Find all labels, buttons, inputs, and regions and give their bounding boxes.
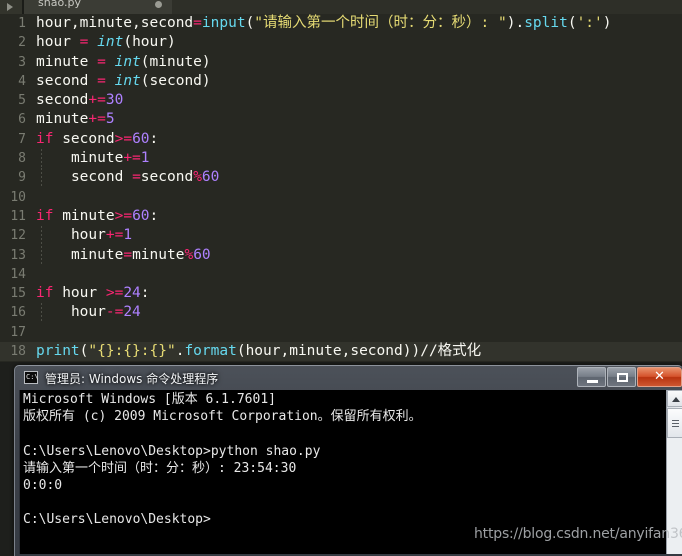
code-editor: shao.py 1 hour,minute,second=input("请输入第一… <box>0 0 682 362</box>
console-output-text: Microsoft Windows [版本 6.1.7601] 版权所有 (c)… <box>23 392 422 528</box>
code-line[interactable]: 10 <box>0 188 682 207</box>
line-text: minute+=5 <box>36 111 115 128</box>
code-line[interactable]: 16 hour-=24 <box>0 303 682 323</box>
maximize-button[interactable] <box>607 367 636 387</box>
code-line[interactable]: 5 second+=30 <box>0 91 682 110</box>
minimize-button[interactable] <box>577 367 606 387</box>
code-line[interactable]: 8 minute+=1 <box>0 149 682 169</box>
line-text: if hour >=24: <box>36 285 150 302</box>
line-text: print("{}:{}:{}".format(hour,minute,seco… <box>36 343 482 360</box>
watermark: https://blog.csdn.net/anyifan369 <box>474 526 682 542</box>
line-text: if second>=60: <box>36 130 159 147</box>
code-line[interactable]: 7 if second>=60: <box>0 130 682 149</box>
line-number: 15 <box>10 286 26 302</box>
line-number: 9 <box>18 170 26 186</box>
sidebar-toggle-icon[interactable] <box>0 0 22 14</box>
close-button[interactable]: ✕ <box>637 367 682 387</box>
code-line[interactable]: 13 minute=minute%60 <box>0 245 682 265</box>
scroll-up-button[interactable] <box>667 390 682 407</box>
console-title-bar[interactable]: 管理员: Windows 命令处理程序 ✕ <box>15 366 682 390</box>
minimize-icon <box>587 380 598 383</box>
code-line[interactable]: 18 print("{}:{}:{}".format(hour,minute,se… <box>0 342 682 362</box>
scrollbar-grip-icon <box>672 420 679 427</box>
code-line[interactable]: 3 minute = int(minute) <box>0 53 682 72</box>
code-line[interactable]: 11 if minute>=60: <box>0 207 682 226</box>
line-number: 4 <box>18 73 26 89</box>
line-text: second+=30 <box>36 92 124 109</box>
line-text: second =second%60 <box>70 169 220 186</box>
tab-bar-empty-area <box>172 0 682 14</box>
line-text: hour-=24 <box>70 304 141 321</box>
line-number: 8 <box>18 151 26 167</box>
code-line[interactable]: 14 <box>0 265 682 284</box>
line-number: 6 <box>18 112 26 128</box>
code-line[interactable]: 6 minute+=5 <box>0 110 682 129</box>
line-number: 7 <box>18 131 26 147</box>
code-line[interactable]: 4 second = int(second) <box>0 72 682 91</box>
code-line[interactable]: 1 hour,minute,second=input("请输入第一个时间（时：分：… <box>0 14 682 33</box>
line-number: 3 <box>18 54 26 70</box>
chevron-up-icon <box>672 397 680 402</box>
scrollbar-thumb[interactable] <box>667 408 682 438</box>
unsaved-changes-dot-icon[interactable] <box>155 1 162 8</box>
code-lines-container[interactable]: 1 hour,minute,second=input("请输入第一个时间（时：分：… <box>0 14 682 362</box>
line-number: 11 <box>10 208 26 224</box>
line-text: hour = int(hour) <box>36 34 176 51</box>
editor-tab-shao-py[interactable]: shao.py <box>24 0 172 14</box>
line-number: 14 <box>10 266 26 282</box>
console-window-title: 管理员: Windows 命令处理程序 <box>45 372 219 386</box>
maximize-icon <box>617 373 628 382</box>
line-text: minute=minute%60 <box>70 246 211 263</box>
line-text: second = int(second) <box>36 72 211 89</box>
line-text: if minute>=60: <box>36 207 159 224</box>
code-line[interactable]: 9 second =second%60 <box>0 168 682 188</box>
line-number: 2 <box>18 35 26 51</box>
line-number: 1 <box>18 16 26 31</box>
code-line[interactable]: 15 if hour >=24: <box>0 284 682 303</box>
line-number: 16 <box>10 305 26 321</box>
line-number: 5 <box>18 93 26 109</box>
editor-tab-label: shao.py <box>38 0 81 9</box>
code-line[interactable]: 12 hour+=1 <box>0 226 682 246</box>
line-number: 17 <box>10 324 26 340</box>
code-line[interactable]: 17 <box>0 323 682 342</box>
code-line[interactable]: 2 hour = int(hour) <box>0 33 682 52</box>
line-number: 12 <box>10 228 26 244</box>
line-text: minute = int(minute) <box>36 53 211 70</box>
cmd-icon <box>24 371 39 384</box>
window-controls: ✕ <box>576 367 682 387</box>
line-number: 10 <box>10 189 26 205</box>
editor-tab-bar: shao.py <box>0 0 682 14</box>
line-text: hour,minute,second=input("请输入第一个时间（时：分：秒… <box>36 15 612 31</box>
close-icon: ✕ <box>654 369 665 384</box>
line-text: minute+=1 <box>70 150 150 167</box>
line-number: 13 <box>10 247 26 263</box>
line-text: hour+=1 <box>70 227 133 244</box>
line-number: 18 <box>10 344 26 360</box>
